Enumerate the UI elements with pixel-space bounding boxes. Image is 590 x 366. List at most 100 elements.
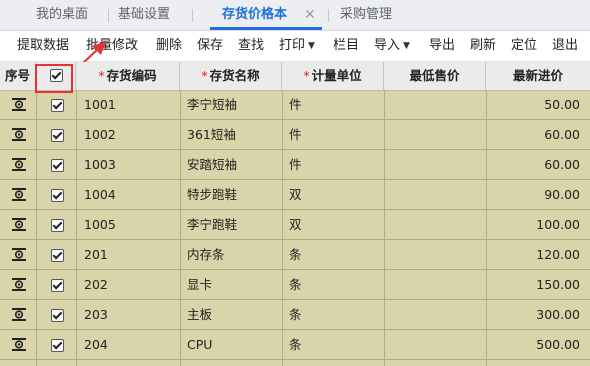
table-row[interactable]: 203 主板 条 300.00 [0, 300, 590, 330]
header-name[interactable]: * 存货名称 [180, 62, 282, 90]
cell-latest-price[interactable]: 150.00 [492, 270, 580, 300]
table-row[interactable]: 1002 361短袖 件 60.00 [0, 120, 590, 150]
cell-name[interactable]: CPU [187, 330, 212, 360]
close-tab-icon[interactable]: ✕ [304, 0, 316, 30]
cell-min-price[interactable] [390, 180, 480, 210]
exit-button[interactable]: 退出 [552, 31, 578, 61]
tab-purchase-management[interactable]: 采购管理 [340, 0, 392, 30]
cell-unit[interactable]: 条 [289, 330, 302, 360]
cell-name[interactable]: 特步跑鞋 [187, 180, 237, 210]
cell-name[interactable]: 李宁短袖 [187, 90, 237, 120]
row-locate-icon[interactable] [12, 308, 26, 321]
cell-latest-price[interactable]: 100.00 [492, 210, 580, 240]
cell-min-price[interactable] [390, 90, 480, 120]
cell-min-price[interactable] [390, 270, 480, 300]
row-locate-icon[interactable] [12, 338, 26, 351]
cell-code[interactable]: 1005 [84, 210, 116, 240]
tab-basic-settings[interactable]: 基础设置 [118, 0, 170, 30]
row-checkbox[interactable] [51, 339, 64, 352]
cell-latest-price[interactable]: 50.00 [492, 90, 580, 120]
tab-inventory-price-book[interactable]: 存货价格本 [222, 0, 287, 30]
locate-button[interactable]: 定位 [511, 31, 537, 61]
cell-code[interactable]: 204 [84, 330, 108, 360]
cell-name[interactable]: 内存条 [187, 240, 225, 270]
tab-separator [328, 9, 329, 22]
cell-unit[interactable]: 条 [289, 270, 302, 300]
cell-unit[interactable]: 条 [289, 300, 302, 330]
cell-latest-price[interactable]: 60.00 [492, 150, 580, 180]
cell-latest-price[interactable]: 120.00 [492, 240, 580, 270]
cell-name[interactable]: 显卡 [187, 270, 212, 300]
table-row[interactable]: 1005 李宁跑鞋 双 100.00 [0, 210, 590, 240]
find-button[interactable]: 查找 [238, 31, 264, 61]
cell-code[interactable]: 1003 [84, 150, 116, 180]
cell-min-price[interactable] [390, 300, 480, 330]
cell-unit[interactable]: 双 [289, 210, 302, 240]
tab-my-desktop[interactable]: 我的桌面 [36, 0, 88, 30]
cell-code[interactable]: 203 [84, 300, 108, 330]
table-row[interactable]: 1001 李宁短袖 件 50.00 [0, 90, 590, 120]
cell-min-price[interactable] [390, 150, 480, 180]
row-checkbox[interactable] [51, 279, 64, 292]
import-dropdown[interactable]: 导入 ▼ [374, 31, 410, 61]
table-header: 序号 * 存货编码 * 存货名称 * 计量单位 最低售价 最新进价 [0, 62, 590, 91]
header-min-price[interactable]: 最低售价 [384, 62, 486, 90]
row-checkbox[interactable] [51, 159, 64, 172]
cell-latest-price[interactable]: 500.00 [492, 330, 580, 360]
cell-code[interactable]: 202 [84, 270, 108, 300]
row-checkbox[interactable] [51, 129, 64, 142]
cell-code[interactable]: 1001 [84, 90, 116, 120]
row-locate-icon[interactable] [12, 188, 26, 201]
table-row[interactable]: 204 CPU 条 500.00 [0, 330, 590, 360]
row-checkbox[interactable] [51, 99, 64, 112]
cell-unit[interactable]: 件 [289, 90, 302, 120]
cell-unit[interactable]: 件 [289, 120, 302, 150]
cell-name[interactable]: 李宁跑鞋 [187, 210, 237, 240]
columns-button[interactable]: 栏目 [333, 31, 359, 61]
header-code[interactable]: * 存货编码 [76, 62, 180, 90]
row-locate-icon[interactable] [12, 278, 26, 291]
cell-latest-price[interactable]: 90.00 [492, 180, 580, 210]
row-checkbox[interactable] [51, 309, 64, 322]
cell-name[interactable]: 主板 [187, 300, 212, 330]
highlight-box [35, 64, 73, 93]
row-checkbox[interactable] [51, 189, 64, 202]
cell-min-price[interactable] [390, 330, 480, 360]
column-divider [282, 90, 283, 366]
cell-min-price[interactable] [390, 210, 480, 240]
row-locate-icon[interactable] [12, 218, 26, 231]
refresh-button[interactable]: 刷新 [470, 31, 496, 61]
row-checkbox[interactable] [51, 249, 64, 262]
row-checkbox[interactable] [51, 219, 64, 232]
table-row[interactable]: 1003 安踏短袖 件 60.00 [0, 150, 590, 180]
row-locate-icon[interactable] [12, 128, 26, 141]
cell-min-price[interactable] [390, 120, 480, 150]
cell-unit[interactable]: 双 [289, 180, 302, 210]
cell-code[interactable]: 1002 [84, 120, 116, 150]
delete-button[interactable]: 删除 [156, 31, 182, 61]
print-dropdown[interactable]: 打印 ▼ [279, 31, 315, 61]
row-locate-icon[interactable] [12, 98, 26, 111]
table-row[interactable]: 201 内存条 条 120.00 [0, 240, 590, 270]
export-button[interactable]: 导出 [429, 31, 455, 61]
cell-name[interactable]: 361短袖 [187, 120, 236, 150]
column-divider [180, 90, 181, 366]
column-divider [76, 90, 77, 366]
table-row[interactable]: 202 显卡 条 150.00 [0, 270, 590, 300]
cell-latest-price[interactable]: 300.00 [492, 300, 580, 330]
table-row[interactable]: 1004 特步跑鞋 双 90.00 [0, 180, 590, 210]
header-unit[interactable]: * 计量单位 [282, 62, 384, 90]
cell-unit[interactable]: 条 [289, 240, 302, 270]
cell-name[interactable]: 安踏短袖 [187, 150, 237, 180]
column-divider [486, 90, 487, 366]
cell-unit[interactable]: 件 [289, 150, 302, 180]
cell-latest-price[interactable]: 60.00 [492, 120, 580, 150]
cell-min-price[interactable] [390, 240, 480, 270]
extract-data-button[interactable]: 提取数据 [17, 31, 69, 61]
cell-code[interactable]: 1004 [84, 180, 116, 210]
cell-code[interactable]: 201 [84, 240, 108, 270]
row-locate-icon[interactable] [12, 248, 26, 261]
row-locate-icon[interactable] [12, 158, 26, 171]
save-button[interactable]: 保存 [197, 31, 223, 61]
header-latest-price[interactable]: 最新进价 [486, 62, 590, 90]
